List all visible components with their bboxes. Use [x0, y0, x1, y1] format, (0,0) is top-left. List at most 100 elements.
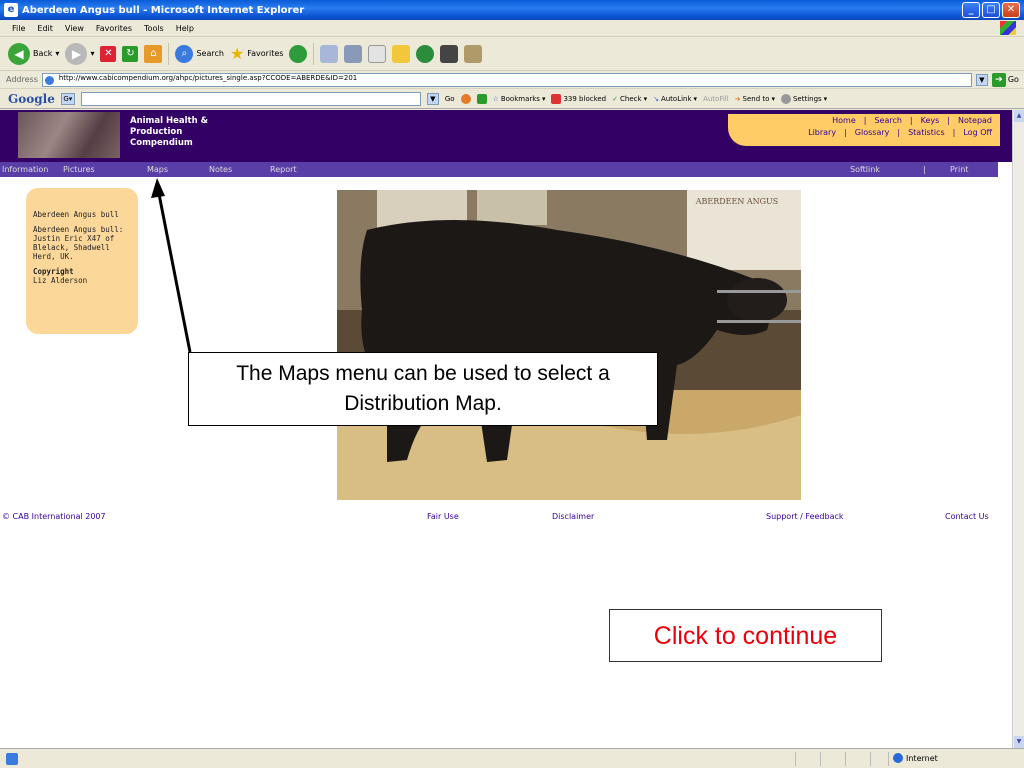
chevron-down-icon[interactable]: ▾	[90, 49, 94, 58]
toolbar-separator	[313, 42, 315, 65]
google-go-button[interactable]: Go	[445, 95, 455, 103]
address-bar: Address http://www.cabicompendium.org/ah…	[0, 71, 1024, 89]
footer-fair-use-link[interactable]: Fair Use	[427, 512, 459, 521]
search-button[interactable]: ⌕ Search	[175, 44, 224, 63]
history-icon[interactable]	[289, 44, 308, 63]
settings-button[interactable]: Settings ▾	[780, 93, 827, 104]
status-bar: Internet	[0, 748, 1024, 768]
edit-icon[interactable]	[368, 44, 387, 63]
chevron-down-icon[interactable]: ▾	[55, 49, 59, 58]
nav-logoff-link[interactable]: Log Off	[963, 128, 992, 137]
check-label: Check	[620, 94, 642, 103]
status-cell	[820, 752, 821, 766]
address-label: Address	[6, 75, 38, 84]
forward-button[interactable]: ▶ ▾	[65, 42, 94, 65]
nav-home-link[interactable]: Home	[832, 116, 856, 125]
back-arrow-icon: ◀	[8, 42, 30, 65]
bookmarks-label: Bookmarks	[500, 94, 540, 103]
menu-information[interactable]: Information	[2, 165, 48, 174]
nav-notepad-link[interactable]: Notepad	[958, 116, 992, 125]
chevron-down-icon[interactable]: ▼	[975, 73, 988, 86]
site-menu-bar: Information Pictures Maps Notes Report S…	[0, 162, 998, 177]
scroll-down-icon[interactable]: ▼	[1014, 736, 1024, 748]
refresh-icon[interactable]: ↻	[122, 45, 139, 62]
nav-statistics-link[interactable]: Statistics	[908, 128, 945, 137]
minimize-button[interactable]: _	[962, 2, 980, 18]
menu-softlink[interactable]: Softlink	[850, 165, 880, 174]
sendto-button[interactable]: ➜ Send to ▾	[735, 95, 775, 103]
google-search-input[interactable]	[80, 91, 421, 106]
menu-report[interactable]: Report	[270, 165, 297, 174]
nav-search-link[interactable]: Search	[874, 116, 901, 125]
google-go-label: Go	[444, 94, 455, 103]
settings-label: Settings	[792, 94, 822, 103]
favorites-button[interactable]: ★ Favorites	[230, 44, 283, 63]
status-cell	[888, 752, 889, 766]
pagerank-icon[interactable]	[460, 93, 471, 104]
chevron-down-icon[interactable]: G▾	[60, 92, 75, 105]
menu-view[interactable]: View	[65, 24, 84, 33]
address-input[interactable]: http://www.cabicompendium.org/ahpc/pictu…	[41, 72, 972, 87]
news-icon[interactable]	[476, 93, 487, 104]
menu-tools[interactable]: Tools	[144, 24, 164, 33]
menu-print[interactable]: Print	[950, 165, 968, 174]
go-label: Go	[1007, 75, 1019, 84]
go-button[interactable]: ➔ Go	[991, 72, 1019, 87]
footer-contact-link[interactable]: Contact Us	[945, 512, 989, 521]
back-button[interactable]: ◀ Back ▾	[8, 42, 59, 65]
autolink-button[interactable]: ↘ AutoLink ▾	[653, 95, 697, 103]
messenger-icon[interactable]	[416, 44, 435, 63]
autofill-button: AutoFill	[703, 95, 729, 103]
continue-label: Click to continue	[653, 622, 838, 650]
home-icon[interactable]: ⌂	[144, 44, 163, 63]
chevron-down-icon[interactable]: ▼	[426, 92, 439, 105]
window-title-bar[interactable]: e Aberdeen Angus bull - Microsoft Intern…	[0, 0, 1024, 20]
nav-divider: |	[863, 116, 867, 125]
nav-keys-link[interactable]: Keys	[921, 116, 940, 125]
menu-pictures[interactable]: Pictures	[63, 165, 95, 174]
bull-photo: ABERDEEN ANGUS	[337, 190, 801, 500]
picture-info-panel: Aberdeen Angus bull Aberdeen Angus bull:…	[26, 188, 138, 334]
k-icon[interactable]	[440, 44, 459, 63]
site-title: Animal Health & Production Compendium	[130, 116, 208, 149]
site-header: Animal Health & Production Compendium Ho…	[0, 110, 1012, 162]
menu-maps[interactable]: Maps	[147, 165, 168, 174]
toolbar-separator	[168, 42, 170, 65]
print-icon[interactable]	[344, 44, 363, 63]
status-cell	[870, 752, 871, 766]
search-label: Search	[196, 49, 224, 58]
standard-toolbar: ◀ Back ▾ ▶ ▾ ✕ ↻ ⌂ ⌕ Search ★ Favorites	[0, 37, 1024, 71]
page-status-icon	[6, 752, 18, 765]
google-toolbar: Google G▾ ▼ Go ☆ Bookmarks ▾ 339 blocked ✓…	[0, 89, 1024, 109]
menu-notes[interactable]: Notes	[209, 165, 232, 174]
favorites-label: Favorites	[247, 49, 284, 58]
maximize-button[interactable]: □	[982, 2, 1000, 18]
check-icon: ✓	[612, 94, 619, 103]
menu-help[interactable]: Help	[176, 24, 194, 33]
nav-glossary-link[interactable]: Glossary	[855, 128, 890, 137]
nav-divider: |	[909, 116, 913, 125]
menu-edit[interactable]: Edit	[37, 24, 53, 33]
menu-file[interactable]: File	[12, 24, 25, 33]
menu-favorites[interactable]: Favorites	[96, 24, 132, 33]
bookmarks-button[interactable]: ☆ Bookmarks ▾	[493, 95, 546, 103]
google-logo[interactable]: Google	[8, 92, 55, 106]
callout-text: The Maps menu can be used to select a Di…	[236, 362, 610, 415]
page-viewport: Animal Health & Production Compendium Ho…	[0, 110, 1012, 748]
stop-icon[interactable]: ✕	[100, 45, 117, 62]
window-title: Aberdeen Angus bull - Microsoft Internet…	[22, 4, 305, 16]
spellcheck-button[interactable]: ✓ Check ▾	[612, 95, 647, 103]
mail-icon[interactable]	[320, 44, 339, 63]
close-button[interactable]: ✕	[1002, 2, 1020, 18]
nav-divider: |	[897, 128, 901, 137]
scroll-up-icon[interactable]: ▲	[1014, 110, 1024, 122]
popup-blocker-button[interactable]: 339 blocked	[551, 93, 606, 104]
folder-icon[interactable]	[392, 44, 411, 63]
research-icon[interactable]	[464, 44, 483, 63]
footer-support-link[interactable]: Support / Feedback	[766, 512, 844, 521]
footer-disclaimer-link[interactable]: Disclaimer	[552, 512, 594, 521]
click-to-continue-button[interactable]: Click to continue	[609, 609, 882, 662]
vertical-scrollbar[interactable]: ▲ ▼	[1012, 110, 1024, 748]
nav-library-link[interactable]: Library	[808, 128, 836, 137]
address-url: http://www.cabicompendium.org/ahpc/pictu…	[58, 73, 358, 82]
